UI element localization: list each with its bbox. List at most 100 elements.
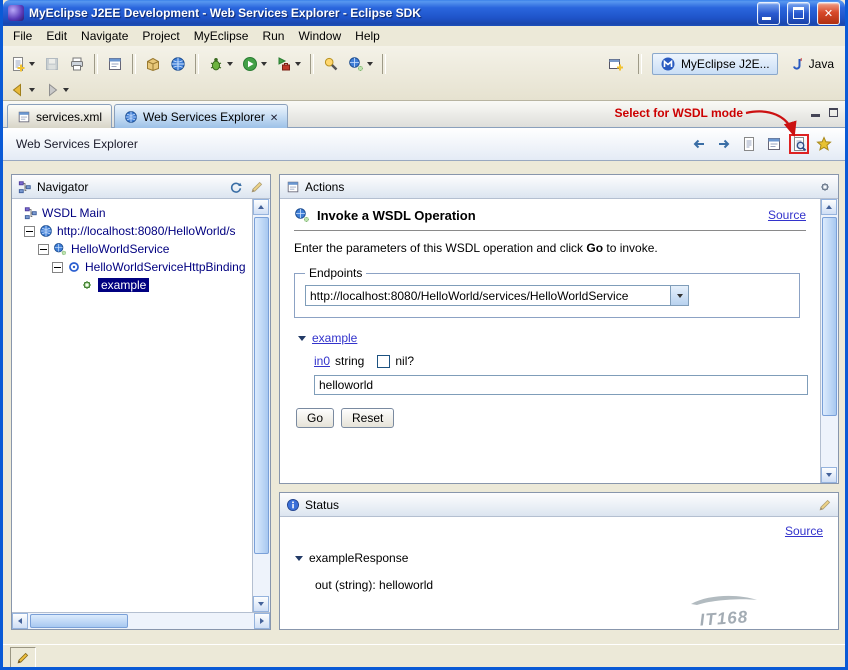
web-service-wizard-button[interactable] bbox=[344, 52, 377, 76]
twistie-expanded-icon[interactable] bbox=[295, 556, 303, 561]
open-perspective-icon bbox=[608, 56, 624, 72]
dropdown-caret-icon bbox=[261, 62, 267, 66]
menu-project[interactable]: Project bbox=[135, 27, 186, 45]
myeclipse-perspective-icon bbox=[660, 56, 676, 72]
scroll-thumb[interactable] bbox=[822, 217, 837, 416]
scroll-thumb[interactable] bbox=[30, 614, 128, 628]
scroll-down-button[interactable] bbox=[253, 596, 269, 612]
param-value-input[interactable] bbox=[314, 375, 808, 395]
combo-dropdown-button[interactable] bbox=[670, 286, 688, 305]
chevron-down-icon bbox=[677, 294, 683, 298]
save-button[interactable] bbox=[40, 52, 64, 76]
tab-web-services-explorer[interactable]: Web Services Explorer bbox=[114, 104, 288, 128]
toolbar-separator bbox=[132, 54, 136, 74]
minimize-button[interactable] bbox=[757, 2, 780, 25]
endpoint-combobox[interactable]: http://localhost:8080/HelloWorld/service… bbox=[305, 285, 689, 306]
menu-window[interactable]: Window bbox=[291, 27, 348, 45]
info-icon bbox=[286, 498, 300, 512]
operation-example-link[interactable]: example bbox=[312, 331, 357, 345]
maximize-button[interactable] bbox=[787, 2, 810, 25]
explorer-header: Web Services Explorer bbox=[3, 128, 845, 161]
nil-checkbox[interactable] bbox=[377, 355, 390, 368]
maximize-icon bbox=[793, 7, 804, 19]
favorites-star-icon bbox=[816, 136, 832, 152]
menubar: File Edit Navigate Project MyEclipse Run… bbox=[3, 26, 845, 46]
twistie-expanded-icon[interactable] bbox=[298, 336, 306, 341]
tree-node-operation-example[interactable]: example bbox=[18, 276, 252, 294]
scroll-track[interactable] bbox=[253, 215, 270, 596]
example-response-label: exampleResponse bbox=[309, 551, 408, 565]
tree-node-service[interactable]: HelloWorldService bbox=[18, 240, 252, 258]
invoke-description: Enter the parameters of this WSDL operat… bbox=[294, 241, 806, 255]
menu-edit[interactable]: Edit bbox=[39, 27, 74, 45]
explorer-title: Web Services Explorer bbox=[16, 137, 138, 151]
explorer-back-button[interactable] bbox=[691, 136, 707, 152]
perspective-java[interactable]: Java bbox=[784, 54, 839, 74]
menu-help[interactable]: Help bbox=[348, 27, 387, 45]
external-tools-button[interactable] bbox=[272, 52, 305, 76]
collapse-expander-icon[interactable] bbox=[52, 262, 63, 273]
navigator-horizontal-scrollbar[interactable] bbox=[12, 612, 270, 629]
favorites-button[interactable] bbox=[816, 136, 832, 152]
navigator-title: Navigator bbox=[37, 180, 88, 194]
back-button[interactable] bbox=[6, 78, 39, 102]
navigator-vertical-scrollbar[interactable] bbox=[252, 199, 270, 612]
tree-node-wsdl-url[interactable]: http://localhost:8080/HelloWorld/s bbox=[18, 222, 252, 240]
scroll-left-button[interactable] bbox=[12, 613, 28, 629]
scroll-down-button[interactable] bbox=[821, 467, 837, 483]
forward-button[interactable] bbox=[40, 78, 73, 102]
actions-source-link[interactable]: Source bbox=[768, 208, 806, 222]
scroll-thumb[interactable] bbox=[254, 217, 269, 554]
new-wizard-button[interactable] bbox=[6, 52, 39, 76]
print-button[interactable] bbox=[65, 52, 89, 76]
collapse-expander-icon[interactable] bbox=[38, 244, 49, 255]
status-edit-button[interactable] bbox=[818, 498, 832, 512]
web-browser-icon bbox=[170, 56, 186, 72]
dropdown-caret-icon bbox=[29, 62, 35, 66]
scroll-up-button[interactable] bbox=[253, 199, 269, 215]
operation-row: example bbox=[298, 331, 806, 345]
tab-services-xml[interactable]: services.xml bbox=[7, 104, 112, 128]
binding-icon bbox=[67, 260, 81, 274]
open-perspective-button[interactable] bbox=[604, 52, 628, 76]
reset-button[interactable]: Reset bbox=[341, 408, 394, 428]
forward-icon bbox=[716, 136, 732, 152]
scroll-track[interactable] bbox=[821, 215, 838, 467]
edit-button[interactable] bbox=[250, 180, 264, 194]
scroll-right-button[interactable] bbox=[254, 613, 270, 629]
perspective-myeclipse[interactable]: MyEclipse J2E... bbox=[652, 53, 778, 75]
debug-button[interactable] bbox=[204, 52, 237, 76]
collapse-expander-icon[interactable] bbox=[24, 226, 35, 237]
param-in0-link[interactable]: in0 bbox=[314, 354, 330, 368]
new-package-button[interactable] bbox=[141, 52, 165, 76]
tab-close-icon[interactable] bbox=[270, 110, 278, 124]
tree-node-binding[interactable]: HelloWorldServiceHttpBinding bbox=[18, 258, 252, 276]
parameter-row: in0 string nil? bbox=[314, 354, 806, 368]
menu-navigate[interactable]: Navigate bbox=[74, 27, 135, 45]
scroll-up-button[interactable] bbox=[821, 199, 837, 215]
search-icon bbox=[323, 56, 339, 72]
open-web-browser-button[interactable] bbox=[166, 52, 190, 76]
minimize-view-icon[interactable] bbox=[811, 114, 820, 117]
scroll-track[interactable] bbox=[28, 613, 254, 629]
maximize-view-icon[interactable] bbox=[829, 108, 838, 117]
response-row: exampleResponse bbox=[295, 551, 823, 565]
main-toolbar: MyEclipse J2E... Java bbox=[3, 46, 845, 101]
explorer-forward-button[interactable] bbox=[716, 136, 732, 152]
minimize-icon bbox=[762, 17, 771, 20]
titlebar[interactable]: MyEclipse J2EE Development - Web Service… bbox=[3, 0, 845, 26]
status-source-link[interactable]: Source bbox=[785, 524, 823, 538]
close-button[interactable] bbox=[817, 2, 840, 25]
menu-myeclipse[interactable]: MyEclipse bbox=[187, 27, 256, 45]
go-button[interactable]: Go bbox=[296, 408, 334, 428]
tree-node-wsdl-main[interactable]: WSDL Main bbox=[18, 204, 252, 222]
actions-vertical-scrollbar[interactable] bbox=[820, 199, 838, 483]
search-button[interactable] bbox=[319, 52, 343, 76]
menu-file[interactable]: File bbox=[6, 27, 39, 45]
menu-run[interactable]: Run bbox=[255, 27, 291, 45]
run-button[interactable] bbox=[238, 52, 271, 76]
validate-button[interactable] bbox=[103, 52, 127, 76]
arrow-down-icon bbox=[826, 473, 832, 477]
actions-settings-button[interactable] bbox=[818, 180, 832, 194]
refresh-button[interactable] bbox=[229, 180, 243, 194]
